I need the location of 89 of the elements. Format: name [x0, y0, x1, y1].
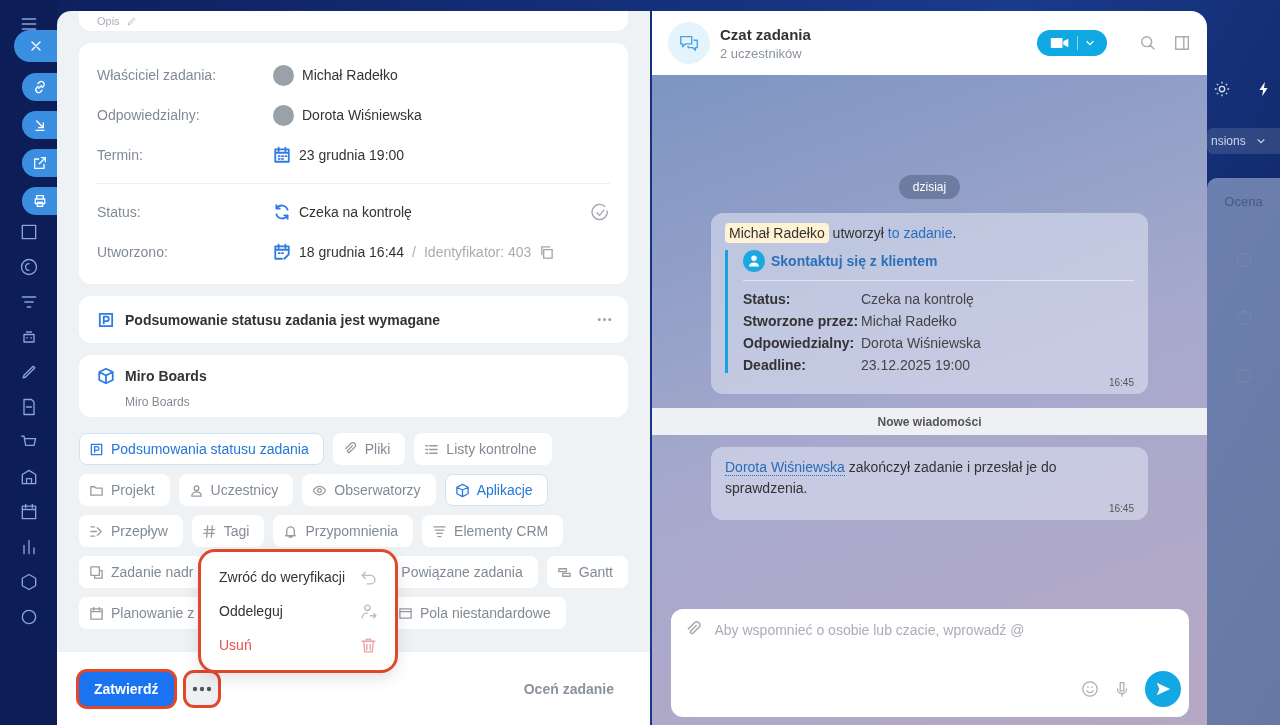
app-subtitle: Miro Boards [124, 395, 191, 409]
message-input[interactable]: Aby wspomnieć o osobie lub czacie, wprowadź @ [712, 621, 1181, 639]
chat-avatar [668, 22, 710, 64]
chevron-down-icon [1084, 39, 1095, 47]
detail-value: 23.12.2025 19:00 [861, 357, 971, 373]
detail-value: Michał Radełko [861, 313, 958, 329]
section-chip[interactable]: Aplikacje [444, 474, 548, 506]
printer-button[interactable] [22, 187, 57, 215]
gear-icon[interactable] [1213, 80, 1231, 98]
field-label: Status: [97, 204, 142, 220]
section-chip[interactable]: Przypomnienia [273, 515, 414, 547]
hash-icon [201, 523, 217, 539]
field-label: Właściciel zadania: [97, 67, 218, 83]
detail-label: Status: [743, 291, 792, 307]
field-value[interactable]: Dorota Wiśniewska [302, 107, 422, 123]
sidebar-icon[interactable] [18, 257, 39, 277]
section-chip[interactable]: Uczestnicy [178, 474, 294, 506]
section-chip[interactable]: Gantt [546, 556, 628, 588]
calendar-icon [273, 243, 291, 261]
calendar-icon [273, 146, 291, 164]
send-button[interactable] [1144, 671, 1181, 707]
field-value: Czeka na kontrolę [299, 204, 412, 220]
message-time: 16:45 [1108, 503, 1134, 514]
field-value: 23 grudnia 19:00 [299, 147, 405, 163]
app-title: Miro Boards [125, 368, 208, 384]
avatar [273, 64, 294, 86]
section-chip[interactable]: Projekt [79, 474, 170, 506]
detail-value: Czeka na kontrolę [861, 291, 975, 307]
task-id: Identyfikator: 403 [424, 244, 532, 260]
section-chip[interactable]: Pliki [332, 433, 406, 465]
message-text: Dorota Wiśniewska zakończył zadanie i przesłał je do sprawdzenia. [725, 458, 1058, 498]
section-chip[interactable]: Podsumowania statusu zadania [79, 433, 324, 465]
avatar [273, 104, 294, 126]
video-camera-icon [1049, 37, 1070, 49]
external-link-button[interactable] [22, 149, 57, 177]
link-button[interactable] [22, 73, 57, 101]
section-chip[interactable]: Elementy CRM [422, 515, 564, 547]
detail-label: Stworzone przez: [743, 313, 860, 329]
person-icon [188, 482, 204, 498]
refresh-icon [273, 203, 291, 221]
field-label: Utworzono: [97, 244, 169, 260]
detail-label: Deadline: [743, 357, 807, 373]
task-title-link[interactable]: Skontaktuj się z klientem [771, 253, 938, 269]
message-time: 16:45 [1108, 377, 1134, 388]
undo-arrow-icon [360, 568, 377, 586]
squares-icon [89, 564, 104, 580]
message-text: Michał Radełko utworzył to zadanie. [725, 223, 1134, 244]
detail-label: Odpowiedzialny: [743, 335, 856, 351]
panel-toggle-icon[interactable] [1173, 34, 1191, 52]
window-icon [398, 605, 413, 621]
date-divider: dzisiaj [898, 175, 961, 199]
rate-task-link[interactable]: Oceń zadanie [517, 679, 620, 698]
detail-value: Dorota Wiśniewska [861, 335, 982, 351]
menu-item[interactable]: Usuń [201, 628, 395, 662]
cube-icon [454, 482, 470, 498]
external-link-icon [31, 155, 48, 171]
close-button[interactable] [14, 30, 57, 62]
section-chip[interactable]: Tagi [191, 515, 265, 547]
stack-icon [432, 523, 448, 539]
more-icon [191, 685, 212, 692]
download-arrow-button[interactable] [22, 111, 57, 139]
video-call-button[interactable] [1037, 30, 1107, 56]
cube-icon [97, 367, 115, 385]
calendar-icon [89, 605, 104, 621]
more-icon[interactable] [597, 317, 612, 322]
person-arrow-icon [360, 602, 377, 620]
participants-count[interactable]: 2 uczestników [720, 45, 811, 61]
trash-icon [360, 636, 377, 654]
description-label[interactable]: Opis [97, 15, 120, 27]
pencil-icon [125, 15, 137, 27]
chevron-down-icon [1255, 137, 1266, 145]
approve-button[interactable]: Zatwierdź [79, 671, 174, 706]
user-link[interactable]: Dorota Wiśniewska [725, 459, 845, 476]
flow-icon [89, 523, 104, 539]
new-messages-label: Nowe wiadomości [877, 414, 982, 429]
field-label: Termin: [97, 147, 144, 163]
separator: / [412, 244, 416, 260]
chat-title: Czat zadania [720, 25, 811, 43]
section-chip[interactable]: Przepływ [79, 515, 183, 547]
field-label: Odpowiedzialny: [97, 107, 201, 123]
dropdown[interactable]: nsions [1207, 128, 1280, 154]
section-chip[interactable]: Listy kontrolne [414, 433, 552, 465]
bell-icon [283, 523, 299, 539]
field-value[interactable]: Michał Radełko [302, 67, 398, 83]
person-icon [743, 250, 765, 272]
more-button[interactable] [185, 672, 218, 705]
summary-title: Podsumowanie statusu zadania jest wymagane [125, 311, 442, 328]
field-value: 18 grudnia 16:44 [299, 244, 405, 260]
section-chip[interactable]: Obserwatorzy [302, 474, 436, 506]
